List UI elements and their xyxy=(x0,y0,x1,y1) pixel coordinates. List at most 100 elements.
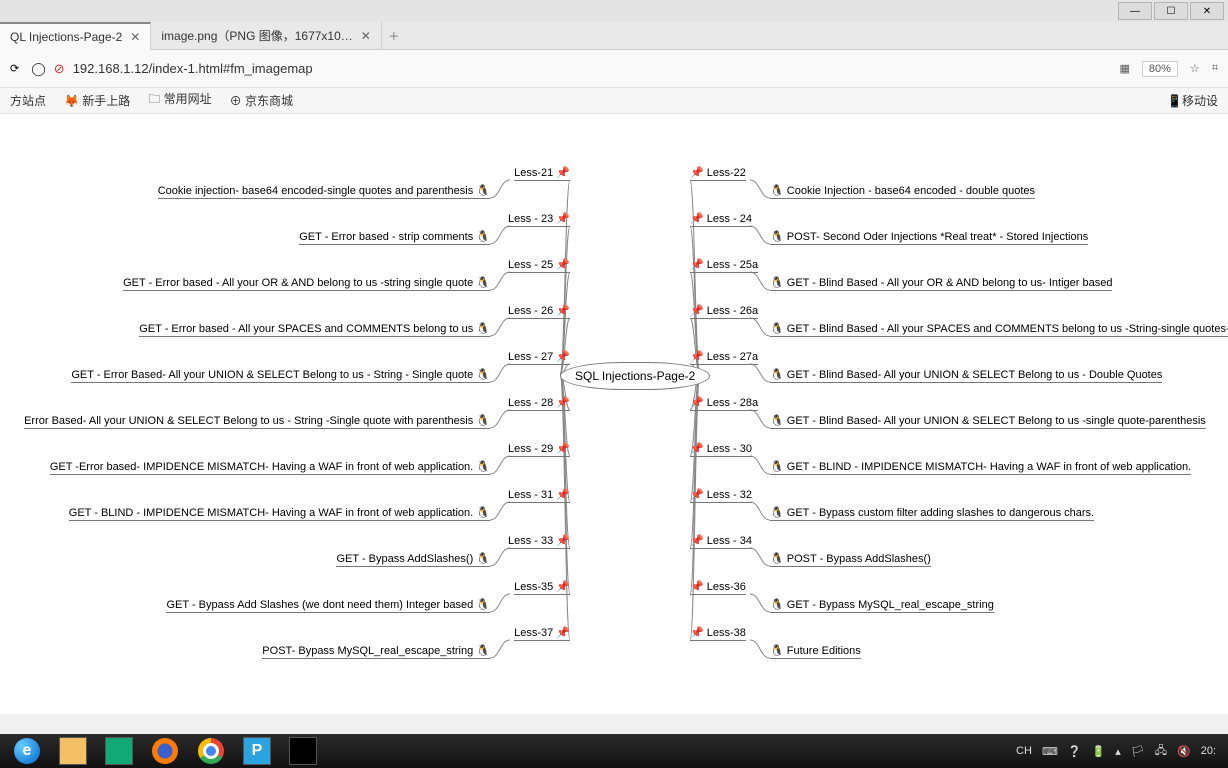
qr-icon[interactable]: ▦ xyxy=(1119,62,1129,75)
mindmap-branch[interactable]: 📌 Less - 27a xyxy=(690,350,758,365)
mindmap-leaf[interactable]: GET - Error based - strip comments 🐧 xyxy=(299,230,490,245)
mindmap-leaf[interactable]: GET - Bypass AddSlashes() 🐧 xyxy=(336,552,490,567)
mindmap-leaf[interactable]: 🐧 GET - Blind Based - All your OR & AND … xyxy=(770,276,1112,291)
pin-icon: 📌 xyxy=(690,351,704,363)
mindmap-leaf[interactable]: 🐧 Future Editions xyxy=(770,644,861,659)
browser-tab-active[interactable]: QL Injections-Page-2 ✕ xyxy=(0,22,151,50)
reload-icon[interactable]: ⟳ xyxy=(10,62,19,75)
bookmark-item[interactable]: ⊕ 京东商城 xyxy=(230,92,293,109)
screenshot-icon[interactable]: ⌗ xyxy=(1212,62,1218,75)
mindmap-leaf[interactable]: 🐧 GET - Bypass custom filter adding slas… xyxy=(770,506,1094,521)
mindmap-branch[interactable]: 📌 Less - 28a xyxy=(690,396,758,411)
tux-icon: 🐧 xyxy=(476,369,490,381)
mindmap-leaf[interactable]: 🐧 Cookie Injection - base64 encoded - do… xyxy=(770,184,1035,199)
mindmap-branch[interactable]: Less - 33 📌 xyxy=(508,534,570,549)
mindmap-leaf[interactable]: Cookie injection- base64 encoded-single … xyxy=(158,184,490,199)
tray-network-icon[interactable]: 🖧 xyxy=(1155,742,1167,761)
tux-icon: 🐧 xyxy=(770,415,784,427)
tray-help-icon[interactable]: ❔ xyxy=(1068,745,1082,758)
bookmarks-bar: 方站点 🦊 新手上路 🗀 常用网址 ⊕ 京东商城 📱移动设 xyxy=(0,88,1228,114)
mindmap-leaf[interactable]: 🐧 POST- Second Oder Injections *Real tre… xyxy=(770,230,1088,245)
pin-icon: 📌 xyxy=(690,627,704,639)
mindmap-branch[interactable]: 📌 Less-22 xyxy=(690,166,746,181)
tray-chevron-icon[interactable]: ▴ xyxy=(1115,745,1121,758)
browser-tab[interactable]: image.png（PNG 图像，1677x10… ✕ xyxy=(151,22,381,50)
taskbar-cmd[interactable] xyxy=(282,736,324,766)
url-box[interactable]: ◯ ⊘ 192.168.1.12/index-1.html#fm_imagema… xyxy=(31,61,312,77)
mindmap-leaf[interactable]: POST- Bypass MySQL_real_escape_string 🐧 xyxy=(262,644,490,659)
tray-keyboard-icon[interactable]: ⌨ xyxy=(1042,745,1058,758)
mindmap-branch[interactable]: 📌 Less - 25a xyxy=(690,258,758,273)
mindmap-branch[interactable]: Less - 26 📌 xyxy=(508,304,570,319)
mindmap-branch[interactable]: 📌 Less - 32 xyxy=(690,488,752,503)
mindmap-branch[interactable]: Less - 29 📌 xyxy=(508,442,570,457)
mindmap-branch[interactable]: Less - 27 📌 xyxy=(508,350,570,365)
mindmap-leaf[interactable]: GET - Bypass Add Slashes (we dont need t… xyxy=(166,598,490,613)
tray-battery-icon[interactable]: 🔋 xyxy=(1092,745,1106,758)
taskbar-explorer[interactable] xyxy=(52,736,94,766)
mindmap-leaf[interactable]: 🐧 GET - Blind Based- All your UNION & SE… xyxy=(770,414,1206,429)
mindmap-leaf[interactable]: 🐧 GET - Blind Based- All your UNION & SE… xyxy=(770,368,1162,383)
taskbar-firefox[interactable] xyxy=(144,736,186,766)
mindmap-leaf[interactable]: GET - Error based - All your OR & AND be… xyxy=(123,276,490,291)
tray-lang[interactable]: CH xyxy=(1016,745,1032,757)
mindmap-leaf[interactable]: Error Based- All your UNION & SELECT Bel… xyxy=(24,414,490,429)
zoom-level[interactable]: 80% xyxy=(1142,61,1178,77)
bookmark-item[interactable]: 🗀 常用网址 xyxy=(148,90,211,111)
mindmap-branch[interactable]: 📌 Less - 24 xyxy=(690,212,752,227)
mindmap-branch[interactable]: 📌 Less - 26a xyxy=(690,304,758,319)
mindmap-branch[interactable]: 📌 Less - 34 xyxy=(690,534,752,549)
taskbar-media[interactable] xyxy=(98,736,140,766)
pin-icon: 📌 xyxy=(690,213,704,225)
bookmark-item[interactable]: 🦊 新手上路 xyxy=(64,92,130,109)
tux-icon: 🐧 xyxy=(770,323,784,335)
mindmap-branch[interactable]: 📌 Less-38 xyxy=(690,626,746,641)
tux-icon: 🐧 xyxy=(770,277,784,289)
mindmap-branch[interactable]: 📌 Less-36 xyxy=(690,580,746,595)
mindmap-branch[interactable]: Less - 23 📌 xyxy=(508,212,570,227)
tab-title: QL Injections-Page-2 xyxy=(10,30,122,44)
mindmap-branch[interactable]: Less-37 📌 xyxy=(514,626,570,641)
mindmap-leaf[interactable]: 🐧 GET - BLIND - IMPIDENCE MISMATCH- Havi… xyxy=(770,460,1191,475)
mindmap-branch[interactable]: Less-35 📌 xyxy=(514,580,570,595)
mobile-icon[interactable]: 📱移动设 xyxy=(1167,92,1218,109)
tray-time: 20: xyxy=(1201,745,1216,757)
tux-icon: 🐧 xyxy=(476,553,490,565)
window-close[interactable]: ✕ xyxy=(1190,2,1224,20)
mindmap-branch[interactable]: Less - 28 📌 xyxy=(508,396,570,411)
pin-icon: 📌 xyxy=(690,259,704,271)
mindmap-leaf[interactable]: GET - Error Based- All your UNION & SELE… xyxy=(71,368,490,383)
tray-flag-icon[interactable]: 🏳 xyxy=(1131,745,1145,758)
mindmap-center[interactable]: SQL Injections-Page-2 xyxy=(560,362,710,390)
pin-icon: 📌 xyxy=(556,489,570,501)
taskbar-app[interactable]: P xyxy=(236,736,278,766)
taskbar-ie[interactable]: e xyxy=(6,736,48,766)
window-minimize[interactable]: — xyxy=(1118,2,1152,20)
mindmap-branch[interactable]: Less - 25 📌 xyxy=(508,258,570,273)
pin-icon: 📌 xyxy=(556,351,570,363)
tray-volume-icon[interactable]: 🔇 xyxy=(1177,745,1191,758)
bookmark-star-icon[interactable]: ☆ xyxy=(1190,62,1200,75)
mindmap-branch[interactable]: Less-21 📌 xyxy=(514,166,570,181)
lock-icon: ⊘ xyxy=(54,61,65,77)
mindmap-leaf[interactable]: 🐧 POST - Bypass AddSlashes() xyxy=(770,552,931,567)
mindmap-leaf[interactable]: GET -Error based- IMPIDENCE MISMATCH- Ha… xyxy=(50,460,490,475)
taskbar-chrome[interactable] xyxy=(190,736,232,766)
mindmap-leaf[interactable]: GET - BLIND - IMPIDENCE MISMATCH- Having… xyxy=(69,506,490,521)
bookmark-item[interactable]: 方站点 xyxy=(10,92,46,109)
close-icon[interactable]: ✕ xyxy=(361,29,371,43)
pin-icon: 📌 xyxy=(556,213,570,225)
window-controls: — ☐ ✕ xyxy=(0,0,1228,22)
new-tab-button[interactable]: ＋ xyxy=(382,28,406,44)
mindmap-leaf[interactable]: 🐧 GET - Blind Based - All your SPACES an… xyxy=(770,322,1228,337)
mindmap-leaf[interactable]: GET - Error based - All your SPACES and … xyxy=(139,322,490,337)
pin-icon: 📌 xyxy=(556,305,570,317)
pin-icon: 📌 xyxy=(690,167,704,179)
taskbar: e P CH ⌨ ❔ 🔋 ▴ 🏳 🖧 🔇 20: xyxy=(0,734,1228,768)
mindmap-leaf[interactable]: 🐧 GET - Bypass MySQL_real_escape_string xyxy=(770,598,994,613)
close-icon[interactable]: ✕ xyxy=(130,30,140,44)
pin-icon: 📌 xyxy=(690,535,704,547)
window-maximize[interactable]: ☐ xyxy=(1154,2,1188,20)
mindmap-branch[interactable]: 📌 Less - 30 xyxy=(690,442,752,457)
mindmap-branch[interactable]: Less - 31 📌 xyxy=(508,488,570,503)
